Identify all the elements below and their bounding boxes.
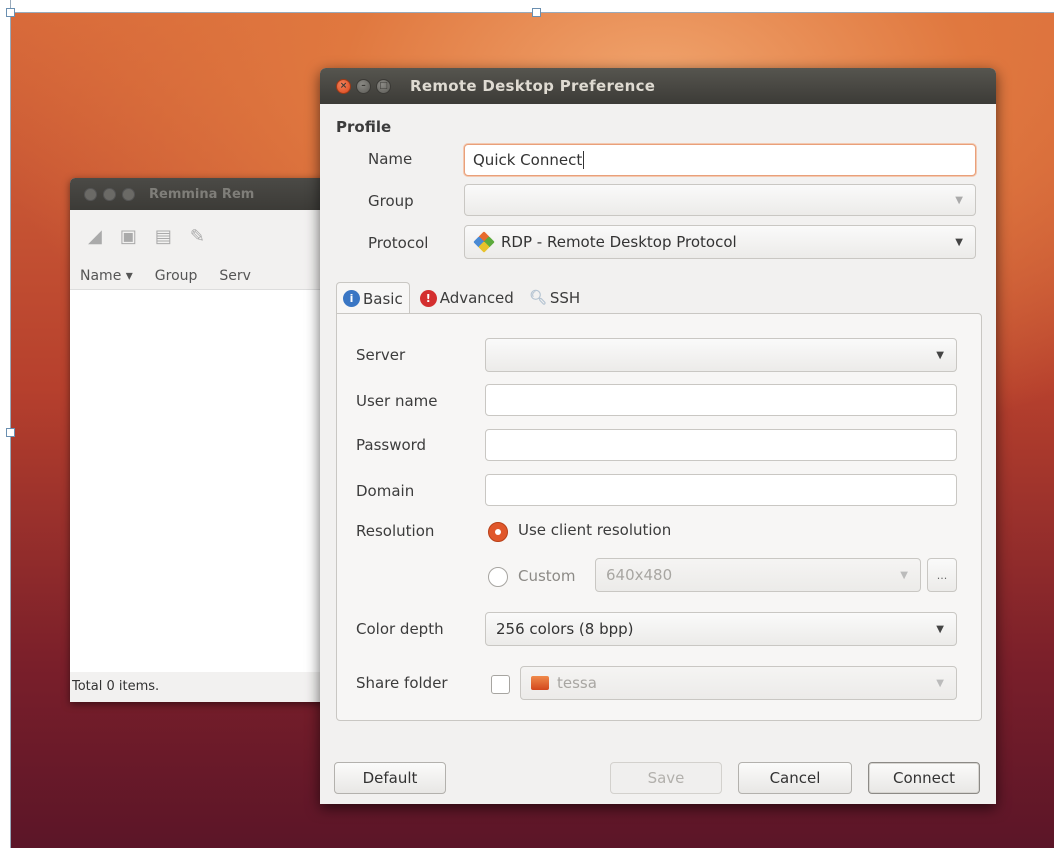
connection-list[interactable] [70, 290, 330, 672]
password-input[interactable] [485, 429, 957, 461]
back-maximize-icon[interactable] [122, 187, 135, 201]
protocol-label: Protocol [368, 234, 429, 252]
back-toolbar: ◢ ▣ ▤ ✎ [70, 210, 330, 262]
rdp-protocol-icon [473, 231, 495, 253]
password-label: Password [356, 436, 427, 454]
group-label: Group [368, 192, 414, 210]
use-client-resolution-label[interactable]: Use client resolution [518, 521, 671, 539]
name-input-value: Quick Connect [473, 151, 583, 169]
name-input[interactable]: Quick Connect [464, 144, 976, 176]
connect-icon[interactable]: ◢ [88, 226, 102, 247]
tab-advanced-label: Advanced [439, 289, 514, 307]
share-folder-value: tessa [557, 674, 597, 692]
custom-resolution-label[interactable]: Custom [518, 567, 575, 585]
custom-resolution-combo[interactable]: 640x480 ▼ [595, 558, 921, 592]
new-file-icon[interactable]: ▣ [120, 226, 137, 247]
home-folder-icon [531, 676, 549, 690]
chevron-down-icon: ▼ [955, 194, 963, 206]
username-label: User name [356, 392, 438, 410]
tab-ssh-label: SSH [549, 289, 581, 307]
back-window-titlebar: Remmina Rem [70, 178, 330, 210]
maximize-icon[interactable]: □ [376, 78, 391, 94]
tab-advanced[interactable]: ! Advanced [414, 282, 520, 314]
selection-frame-left [10, 0, 11, 848]
chevron-down-icon: ▼ [955, 236, 963, 248]
custom-resolution-radio[interactable] [488, 567, 508, 587]
custom-resolution-edit-button[interactable]: ... [927, 558, 957, 592]
color-depth-value: 256 colors (8 bpp) [496, 620, 634, 638]
chevron-down-icon: ▼ [936, 677, 944, 689]
default-button[interactable]: Default [334, 762, 446, 794]
remmina-main-window: Remmina Rem ◢ ▣ ▤ ✎ Name ▾ Group Serv To… [70, 178, 330, 702]
username-input[interactable] [485, 384, 957, 416]
custom-resolution-value: 640x480 [606, 566, 673, 584]
chevron-down-icon: ▼ [900, 569, 908, 581]
back-list-header: Name ▾ Group Serv [70, 262, 330, 290]
name-label: Name [368, 150, 413, 168]
use-client-resolution-radio[interactable] [488, 522, 508, 542]
info-icon: i [343, 290, 360, 307]
color-depth-label: Color depth [356, 620, 444, 638]
column-name[interactable]: Name ▾ [80, 268, 133, 284]
selection-handle-top[interactable] [532, 8, 541, 17]
column-server[interactable]: Serv [219, 268, 251, 284]
share-folder-chooser[interactable]: tessa ▼ [520, 666, 957, 700]
copy-icon[interactable]: ▤ [155, 226, 172, 247]
selection-handle-topleft[interactable] [6, 8, 15, 17]
save-button[interactable]: Save [610, 762, 722, 794]
ssh-icon: 🔍︎ [529, 290, 548, 306]
domain-input[interactable] [485, 474, 957, 506]
text-caret [583, 151, 585, 169]
domain-label: Domain [356, 482, 415, 500]
selection-handle-left[interactable] [6, 428, 15, 437]
group-combo[interactable]: ▼ [464, 184, 976, 216]
back-minimize-icon[interactable] [103, 187, 116, 201]
basic-tab-panel: Server ▼ User name Password Domain Resol… [336, 313, 982, 721]
tab-ssh[interactable]: 🔍︎ SSH [524, 282, 586, 314]
column-group[interactable]: Group [155, 268, 198, 284]
chevron-down-icon: ▼ [936, 623, 944, 635]
color-depth-select[interactable]: 256 colors (8 bpp) ▼ [485, 612, 957, 646]
back-close-icon[interactable] [84, 187, 97, 201]
close-icon[interactable]: × [336, 78, 351, 94]
remote-desktop-preference-dialog: × – □ Remote Desktop Preference Profile … [320, 68, 996, 804]
share-folder-label: Share folder [356, 674, 448, 692]
tab-basic[interactable]: i Basic [336, 282, 410, 314]
connect-button[interactable]: Connect [868, 762, 980, 794]
protocol-value: RDP - Remote Desktop Protocol [501, 233, 737, 251]
dialog-title: Remote Desktop Preference [410, 77, 656, 95]
back-window-title: Remmina Rem [149, 186, 255, 202]
minimize-icon[interactable]: – [356, 78, 371, 94]
tab-bar: i Basic ! Advanced 🔍︎ SSH [336, 282, 586, 314]
tab-basic-label: Basic [363, 289, 403, 308]
resolution-label: Resolution [356, 522, 435, 540]
chevron-down-icon: ▼ [936, 349, 944, 361]
warning-icon: ! [419, 289, 437, 307]
protocol-select[interactable]: RDP - Remote Desktop Protocol ▼ [464, 225, 976, 259]
server-label: Server [356, 346, 406, 364]
edit-pencil-icon[interactable]: ✎ [190, 226, 205, 247]
profile-heading: Profile [336, 118, 392, 136]
cancel-button[interactable]: Cancel [738, 762, 852, 794]
dialog-titlebar: × – □ Remote Desktop Preference [320, 68, 996, 104]
share-folder-checkbox[interactable] [491, 675, 510, 694]
status-bar-text: Total 0 items. [72, 679, 160, 694]
server-combo[interactable]: ▼ [485, 338, 957, 372]
